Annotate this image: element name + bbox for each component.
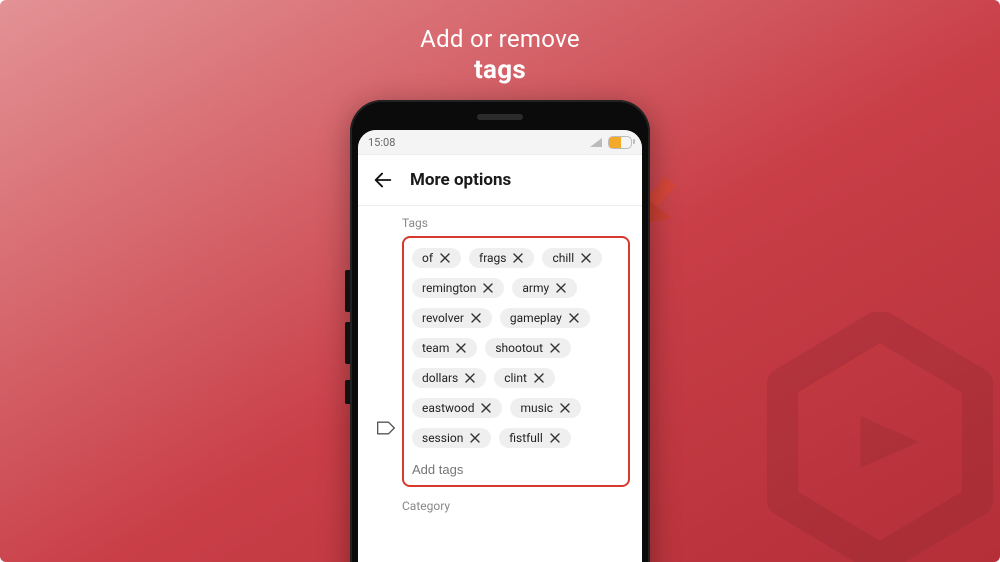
section-tags-label: Tags	[358, 216, 642, 236]
tag-chip-label: music	[520, 402, 553, 414]
tag-chip-row: of frags chill	[412, 248, 620, 448]
remove-tag-button[interactable]	[533, 372, 545, 384]
tag-chip-label: army	[522, 282, 549, 294]
remove-tag-button[interactable]	[549, 432, 561, 444]
phone-side-button-icon	[345, 322, 350, 364]
tag-chip[interactable]: army	[512, 278, 577, 298]
tag-chip[interactable]: revolver	[412, 308, 492, 328]
arrow-left-icon	[372, 169, 394, 191]
signal-icon	[590, 138, 602, 147]
remove-tag-button[interactable]	[464, 372, 476, 384]
close-icon	[465, 373, 475, 383]
close-icon	[470, 433, 480, 443]
add-tags-input[interactable]	[412, 460, 620, 479]
tag-chip-label: dollars	[422, 372, 458, 384]
close-icon	[456, 343, 466, 353]
page-title-line2: tags	[0, 54, 1000, 87]
tag-chip-label: shootout	[495, 342, 543, 354]
tag-chip[interactable]: remington	[412, 278, 504, 298]
phone-speaker-icon	[477, 114, 523, 120]
close-icon	[440, 253, 450, 263]
remove-tag-button[interactable]	[549, 342, 561, 354]
close-icon	[556, 283, 566, 293]
remove-tag-button[interactable]	[482, 282, 494, 294]
tag-chip[interactable]: dollars	[412, 368, 486, 388]
close-icon	[550, 433, 560, 443]
tag-chip-label: gameplay	[510, 312, 562, 324]
remove-tag-button[interactable]	[555, 282, 567, 294]
tag-chip[interactable]: session	[412, 428, 491, 448]
remove-tag-button[interactable]	[469, 432, 481, 444]
statusbar-right	[590, 136, 632, 149]
phone-screen: 15:08 More options	[358, 130, 642, 562]
close-icon	[550, 343, 560, 353]
tag-chip[interactable]: clint	[494, 368, 555, 388]
page-title: Add or remove tags	[0, 24, 1000, 87]
tag-chip[interactable]: frags	[469, 248, 534, 268]
tag-chip-label: clint	[504, 372, 527, 384]
statusbar-time: 15:08	[368, 136, 395, 149]
close-icon	[569, 313, 579, 323]
tag-chip[interactable]: team	[412, 338, 477, 358]
tags-editor[interactable]: of frags chill	[402, 236, 630, 487]
close-icon	[471, 313, 481, 323]
back-button[interactable]	[370, 167, 396, 193]
battery-icon	[608, 136, 632, 149]
close-icon	[560, 403, 570, 413]
phone-mockup: 15:08 More options	[350, 100, 650, 562]
tag-chip-label: of	[422, 252, 433, 264]
tag-chip[interactable]: fistfull	[499, 428, 570, 448]
tag-chip[interactable]: eastwood	[412, 398, 502, 418]
tag-chip[interactable]: chill	[542, 248, 602, 268]
close-icon	[483, 283, 493, 293]
page-title-line1: Add or remove	[0, 24, 1000, 54]
remove-tag-button[interactable]	[455, 342, 467, 354]
brand-hex-play-icon	[750, 312, 1000, 562]
close-icon	[481, 403, 491, 413]
remove-tag-button[interactable]	[439, 252, 451, 264]
remove-tag-button[interactable]	[559, 402, 571, 414]
tag-chip-label: fistfull	[509, 432, 542, 444]
remove-tag-button[interactable]	[470, 312, 482, 324]
tag-chip[interactable]: music	[510, 398, 581, 418]
tag-chip-label: session	[422, 432, 463, 444]
remove-tag-button[interactable]	[512, 252, 524, 264]
tag-chip-label: frags	[479, 252, 506, 264]
remove-tag-button[interactable]	[480, 402, 492, 414]
app-title: More options	[410, 170, 511, 190]
close-icon	[581, 253, 591, 263]
tag-chip[interactable]: shootout	[485, 338, 571, 358]
close-icon	[534, 373, 544, 383]
section-category-label: Category	[358, 487, 642, 513]
tag-chip[interactable]: gameplay	[500, 308, 590, 328]
tag-chip-label: remington	[422, 282, 476, 294]
remove-tag-button[interactable]	[568, 312, 580, 324]
close-icon	[513, 253, 523, 263]
phone-side-button-icon	[345, 270, 350, 312]
section-tags: Tags of frags	[358, 206, 642, 513]
promo-stage: Add or remove tags 15:08	[0, 0, 1000, 562]
tag-chip-label: team	[422, 342, 449, 354]
statusbar: 15:08	[358, 130, 642, 155]
phone-side-button-icon	[345, 380, 350, 404]
tag-chip-label: eastwood	[422, 402, 474, 414]
remove-tag-button[interactable]	[580, 252, 592, 264]
tag-chip-label: revolver	[422, 312, 464, 324]
tag-chip[interactable]: of	[412, 248, 461, 268]
tag-icon	[376, 420, 396, 436]
app-header: More options	[358, 155, 642, 201]
tag-chip-label: chill	[552, 252, 574, 264]
